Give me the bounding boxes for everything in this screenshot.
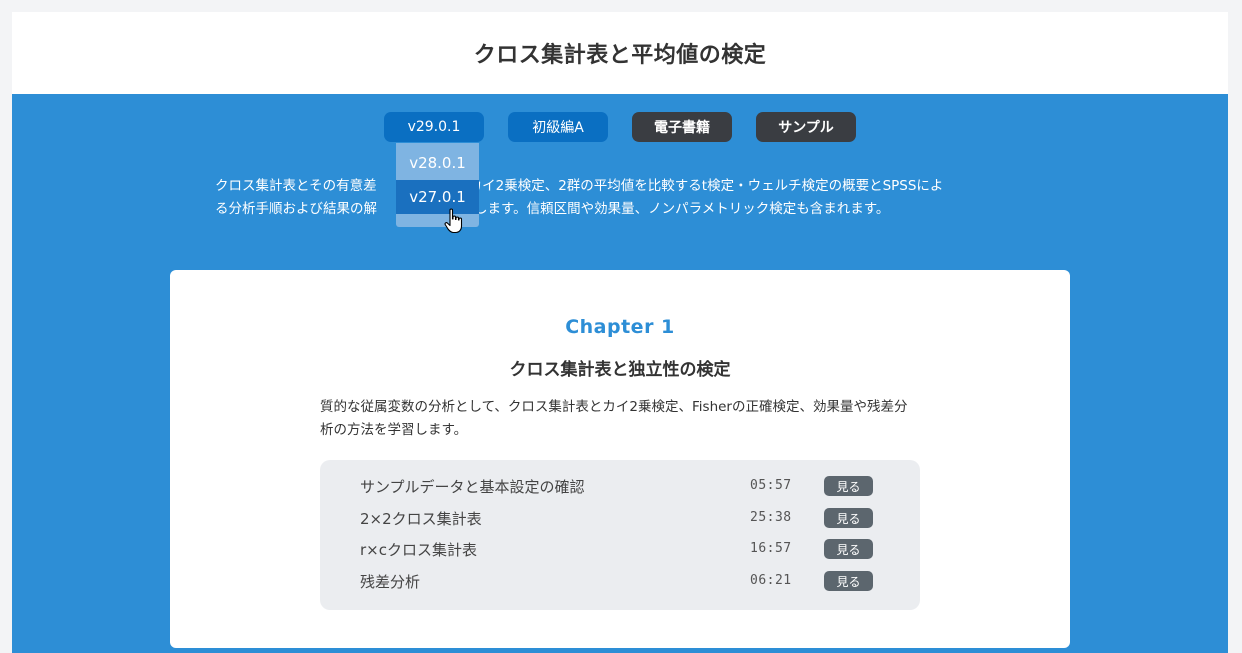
chapter-number: Chapter 1	[565, 316, 675, 338]
lesson-duration: 25:38	[750, 510, 792, 525]
tag-button-row: v29.0.1 初級編A 電子書籍 サンプル	[12, 112, 1228, 142]
version-select-button[interactable]: v29.0.1	[384, 112, 484, 142]
hand-cursor-icon	[444, 208, 463, 234]
level-tag-button[interactable]: 初級編A	[508, 112, 608, 142]
lesson-row: r×cクロス集計表 16:57 見る	[320, 535, 920, 563]
lesson-duration: 05:57	[750, 478, 792, 493]
sample-button[interactable]: サンプル	[756, 112, 856, 142]
ebook-button[interactable]: 電子書籍	[632, 112, 732, 142]
intro-text: クロス集計表とその有意差	[215, 178, 377, 194]
intro-text: 学習します。信頼区間や効果量、ノンパラメトリック検定も含まれます。	[447, 201, 890, 217]
chapter-description: 質的な従属変数の分析として、クロス集計表とカイ2乗検定、Fisherの正確検定、…	[320, 399, 908, 438]
lesson-duration: 06:21	[750, 573, 792, 588]
lesson-title: r×cクロス集計表	[360, 541, 477, 559]
chapter-card: Chapter 1 クロス集計表と独立性の検定 質的な従属変数の分析として、クロ…	[170, 270, 1070, 648]
lesson-title: 残差分析	[360, 573, 421, 591]
version-option-v28[interactable]: v28.0.1	[396, 146, 479, 180]
course-intro: クロス集計表とその有意差 カイ2乗検定、2群の平均値を比較するt検定・ウェルチ検定…	[215, 175, 1035, 221]
page-container: クロス集計表と平均値の検定 v29.0.1 初級編A 電子書籍 サンプル クロス…	[12, 12, 1228, 653]
version-dropdown-menu: v28.0.1 v27.0.1	[396, 143, 479, 227]
lesson-duration: 16:57	[750, 541, 792, 556]
lesson-row: 残差分析 06:21 見る	[320, 567, 920, 595]
chapter-title: クロス集計表と独立性の検定	[509, 360, 731, 380]
version-option-v27[interactable]: v27.0.1	[396, 180, 479, 214]
watch-button[interactable]: 見る	[824, 539, 873, 559]
lesson-title: サンプルデータと基本設定の確認	[360, 478, 585, 496]
lesson-row: 2×2クロス集計表 25:38 見る	[320, 504, 920, 532]
lesson-row: サンプルデータと基本設定の確認 05:57 見る	[320, 472, 920, 500]
page-title: クロス集計表と平均値の検定	[473, 43, 767, 68]
lesson-list: サンプルデータと基本設定の確認 05:57 見る 2×2クロス集計表 25:38…	[320, 460, 920, 610]
intro-text: カイ2乗検定、2群の平均値を比較するt検定・ウェルチ検定の概要とSPSSによ	[468, 178, 944, 194]
watch-button[interactable]: 見る	[824, 476, 873, 496]
page-header: クロス集計表と平均値の検定	[12, 12, 1228, 94]
watch-button[interactable]: 見る	[824, 571, 873, 591]
watch-button[interactable]: 見る	[824, 508, 873, 528]
intro-text: る分析手順および結果の解	[215, 201, 377, 217]
lesson-title: 2×2クロス集計表	[360, 510, 482, 528]
